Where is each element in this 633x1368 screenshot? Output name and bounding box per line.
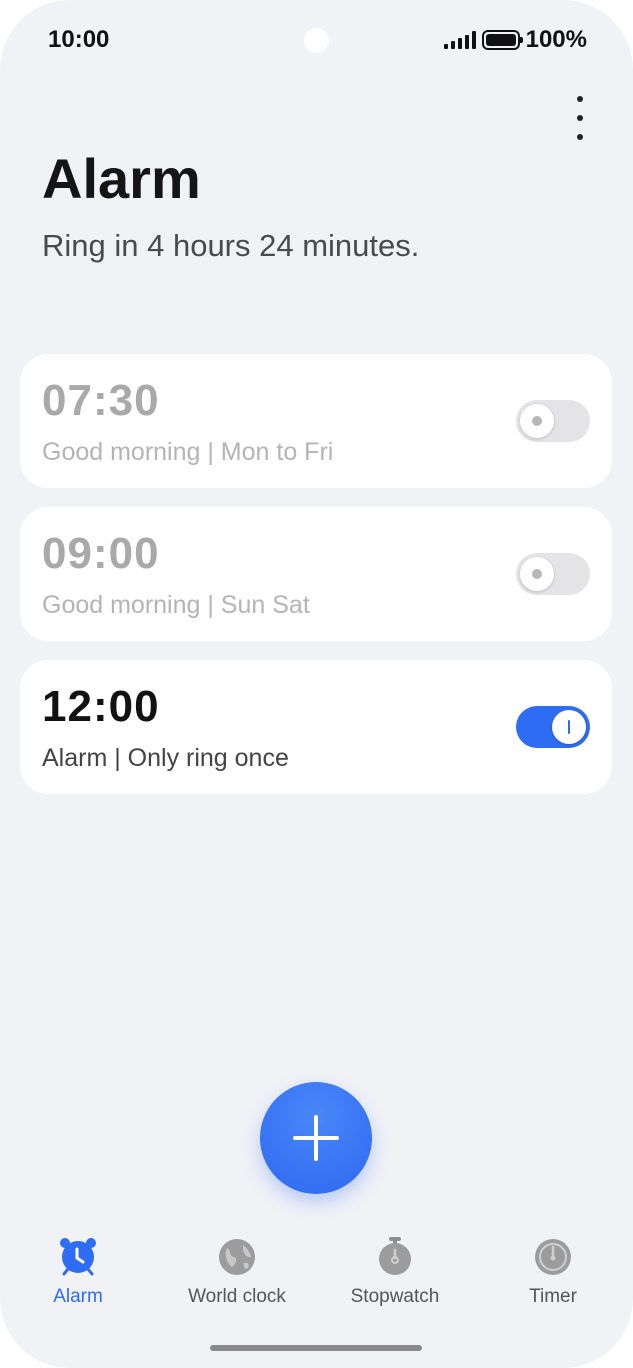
status-indicators: 100% [443,26,587,54]
globe-icon [217,1236,257,1276]
alarm-card[interactable]: 09:00 Good morning | Sun Sat [20,507,612,641]
battery-icon [481,30,523,50]
tab-label: World clock [188,1286,286,1307]
timer-icon [533,1236,573,1276]
alarm-clock-icon [58,1236,98,1276]
alarm-description: Alarm | Only ring once [42,744,289,772]
alarm-description: Good morning | Sun Sat [42,591,310,619]
alarm-screen: 10:00 100% Alarm Ring in 4 hours 24 minu… [0,0,633,1368]
alarm-card[interactable]: 07:30 Good morning | Mon to Fri [20,354,612,488]
front-camera [304,28,329,53]
page-title: Alarm [42,147,201,210]
tab-label: Alarm [53,1286,103,1307]
tab-label: Timer [529,1286,577,1307]
tab-world-clock[interactable]: World clock [157,1236,317,1312]
stopwatch-icon [375,1236,415,1276]
status-time: 10:00 [48,26,110,53]
add-alarm-button[interactable] [260,1082,372,1194]
home-indicator[interactable] [210,1345,422,1351]
alarm-time: 07:30 [42,376,160,425]
alarm-toggle[interactable] [516,706,590,748]
tab-label: Stopwatch [350,1286,440,1307]
battery-percent: 100% [525,26,587,53]
tab-stopwatch[interactable]: Stopwatch [315,1236,475,1312]
more-vertical-icon[interactable] [566,96,594,140]
tab-alarm[interactable]: Alarm [0,1236,158,1312]
alarm-time: 12:00 [42,682,160,731]
alarm-card[interactable]: 12:00 Alarm | Only ring once [20,660,612,794]
next-alarm-countdown: Ring in 4 hours 24 minutes. [42,228,420,263]
tab-timer[interactable]: Timer [473,1236,633,1312]
alarm-description: Good morning | Mon to Fri [42,438,334,466]
signal-icon [443,31,476,49]
alarm-toggle[interactable] [516,553,590,595]
bottom-tab-bar: Alarm World clock Stopwatch Timer [0,1236,633,1316]
alarm-toggle[interactable] [516,400,590,442]
alarm-time: 09:00 [42,529,160,578]
